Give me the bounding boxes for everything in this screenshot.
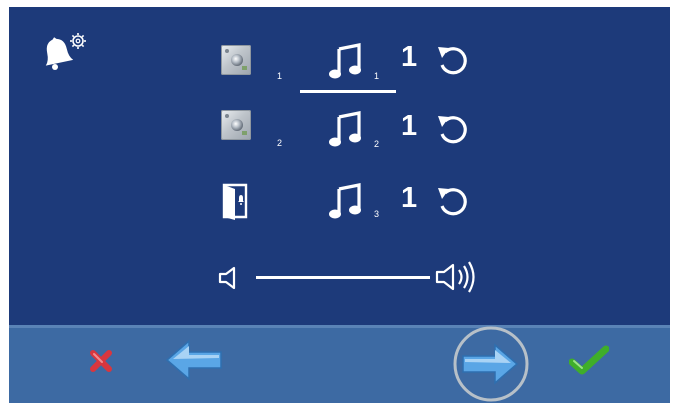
music-note-icon[interactable] [329,43,363,81]
melody-index: 1 [374,71,380,81]
volume-value[interactable]: 1 [401,182,417,215]
door-bell-icon [222,183,248,220]
reset-icon[interactable] [435,184,469,218]
selection-underline [300,90,396,93]
melody-index: 2 [374,139,380,149]
source-index: 1 [277,71,283,81]
cancel-button[interactable] [88,348,114,374]
reset-icon[interactable] [435,43,469,77]
forward-button[interactable] [449,325,533,403]
volume-value[interactable]: 1 [401,110,417,143]
toolbar [9,325,670,403]
right-arrow-icon [462,343,519,385]
bell-settings-icon[interactable] [39,31,91,75]
melody-index: 3 [374,209,380,219]
screen: 1 1 1 2 2 1 3 1 [9,7,670,403]
speaker-high-icon[interactable] [434,257,482,297]
back-button[interactable] [165,338,225,382]
volume-value[interactable]: 1 [401,41,417,74]
music-note-icon[interactable] [329,111,363,149]
volume-slider[interactable] [256,276,430,279]
green-check-icon [569,345,609,375]
left-arrow-icon [165,339,222,381]
music-note-icon[interactable] [329,183,363,221]
confirm-button[interactable] [569,345,609,377]
reset-icon[interactable] [435,112,469,146]
intercom-camera-icon [221,45,251,75]
source-index: 2 [277,138,283,148]
speaker-low-icon[interactable] [217,265,243,291]
intercom-camera-icon [221,110,251,140]
red-x-icon [90,350,112,372]
